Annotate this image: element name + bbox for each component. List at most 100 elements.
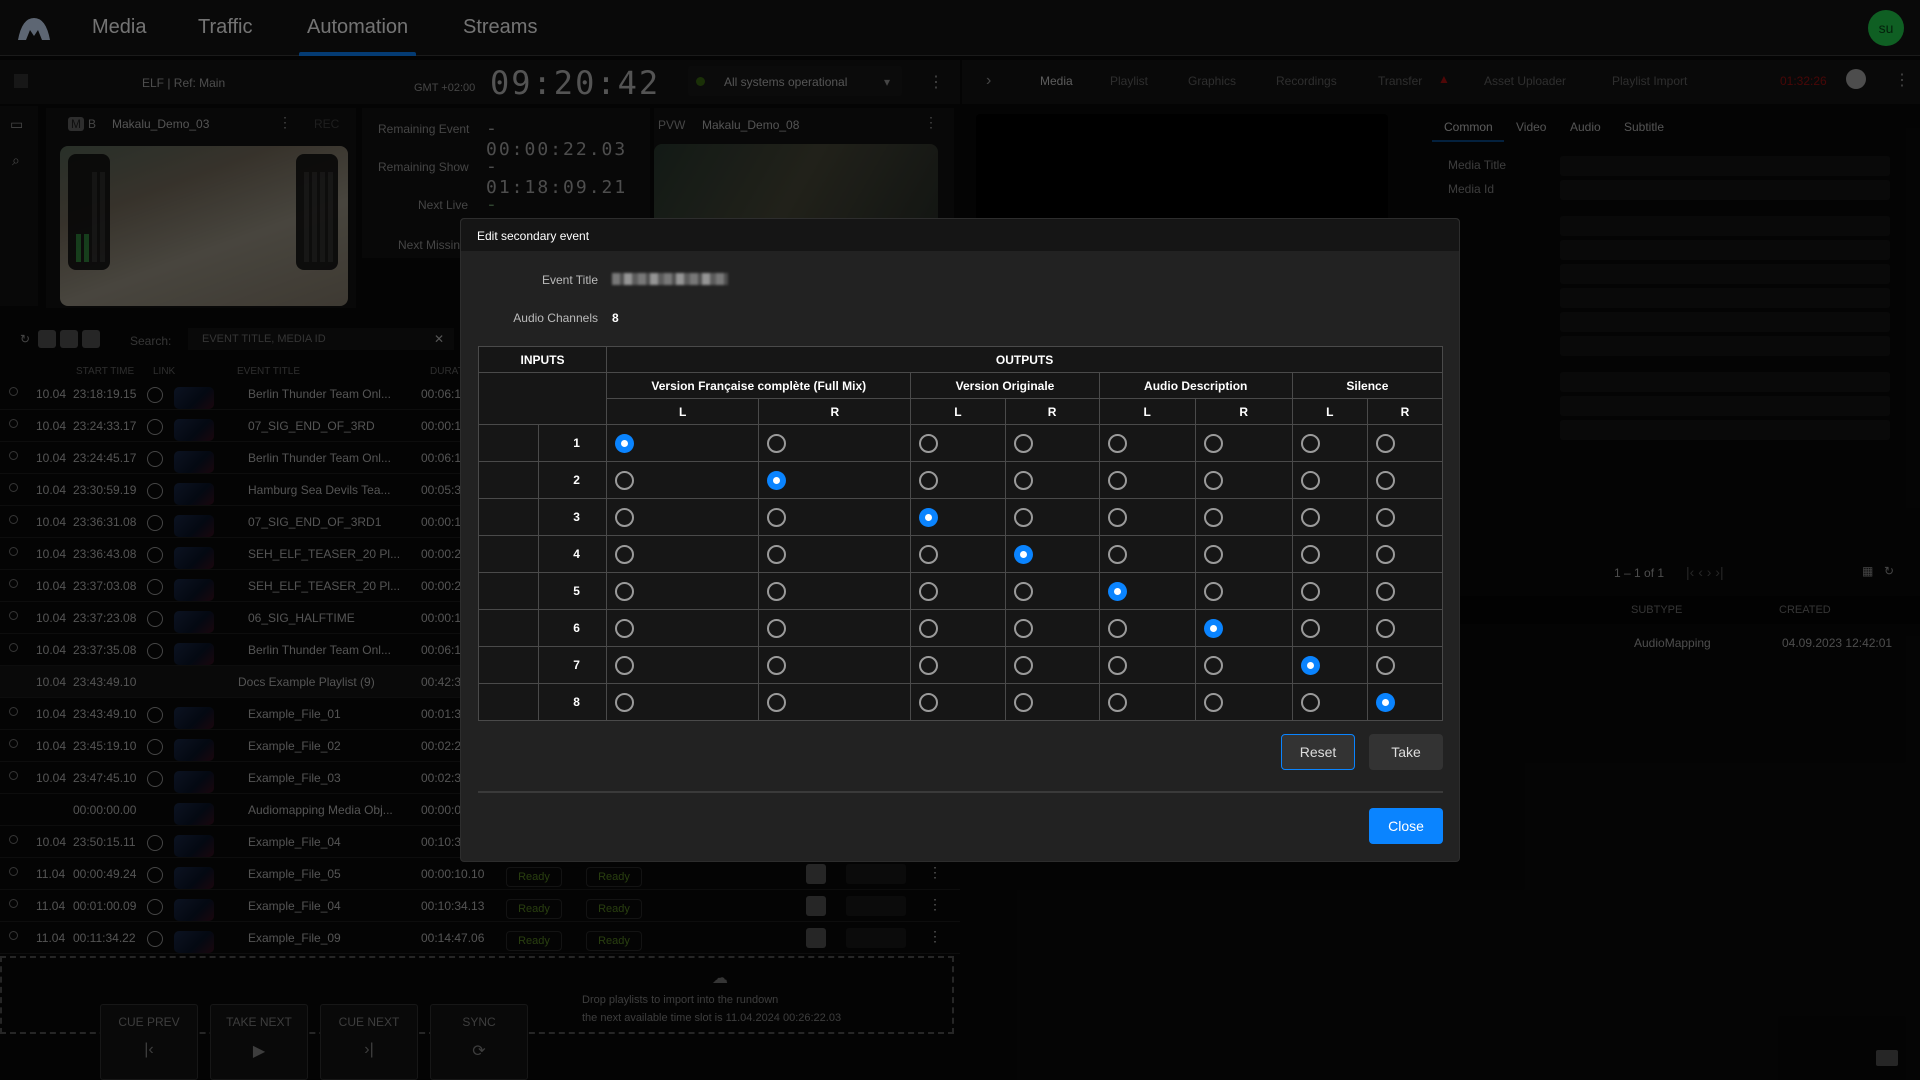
mapping-cell <box>606 535 760 573</box>
radio-selected[interactable] <box>767 470 787 490</box>
mapping-cell <box>1098 461 1196 499</box>
mapping-cell <box>1194 683 1293 721</box>
mapping-cell <box>1291 572 1368 610</box>
radio-unselected[interactable] <box>767 655 787 675</box>
radio-unselected[interactable] <box>1107 655 1127 675</box>
radio-unselected[interactable] <box>1013 581 1033 601</box>
channel-side-header: R <box>1004 398 1100 425</box>
radio-unselected[interactable] <box>1203 507 1223 527</box>
radio-selected[interactable] <box>1107 581 1127 601</box>
radio-unselected[interactable] <box>919 581 939 601</box>
radio-unselected[interactable] <box>1300 433 1320 453</box>
radio-unselected[interactable] <box>919 544 939 564</box>
radio-unselected[interactable] <box>1300 618 1320 638</box>
input-spacer <box>477 572 540 610</box>
radio-unselected[interactable] <box>919 470 939 490</box>
mapping-cell <box>606 424 760 462</box>
input-number: 3 <box>538 498 608 536</box>
close-button[interactable]: Close <box>1369 808 1443 844</box>
event-title-label: Event Title <box>541 273 598 287</box>
input-number: 4 <box>538 535 608 573</box>
radio-selected[interactable] <box>615 433 635 453</box>
radio-unselected[interactable] <box>1375 655 1395 675</box>
mapping-cell <box>1098 609 1196 647</box>
radio-unselected[interactable] <box>767 507 787 527</box>
input-spacer <box>477 683 540 721</box>
radio-unselected[interactable] <box>1107 507 1127 527</box>
radio-unselected[interactable] <box>1013 470 1033 490</box>
radio-unselected[interactable] <box>615 618 635 638</box>
radio-unselected[interactable] <box>1300 470 1320 490</box>
radio-selected[interactable] <box>919 507 939 527</box>
radio-unselected[interactable] <box>1013 507 1033 527</box>
audio-mapping-grid: INPUTS OUTPUTS Version Française complèt… <box>477 346 1444 721</box>
radio-unselected[interactable] <box>1300 507 1320 527</box>
radio-unselected[interactable] <box>1013 618 1033 638</box>
radio-unselected[interactable] <box>1375 581 1395 601</box>
input-row: 4 <box>477 535 1444 573</box>
mapping-cell <box>1291 498 1368 536</box>
take-button[interactable]: Take <box>1369 734 1443 770</box>
radio-selected[interactable] <box>1300 655 1320 675</box>
radio-unselected[interactable] <box>1375 507 1395 527</box>
radio-selected[interactable] <box>1013 544 1033 564</box>
radio-unselected[interactable] <box>767 581 787 601</box>
radio-unselected[interactable] <box>1013 692 1033 712</box>
radio-unselected[interactable] <box>1013 655 1033 675</box>
radio-unselected[interactable] <box>767 544 787 564</box>
mapping-cell <box>1291 646 1368 684</box>
event-title-value-redacted <box>612 273 728 285</box>
input-row: 1 <box>477 424 1444 462</box>
radio-unselected[interactable] <box>1203 470 1223 490</box>
radio-unselected[interactable] <box>1203 433 1223 453</box>
radio-unselected[interactable] <box>615 655 635 675</box>
radio-unselected[interactable] <box>919 433 939 453</box>
reset-button[interactable]: Reset <box>1281 734 1355 770</box>
radio-unselected[interactable] <box>767 618 787 638</box>
radio-unselected[interactable] <box>1203 655 1223 675</box>
radio-unselected[interactable] <box>1203 581 1223 601</box>
radio-unselected[interactable] <box>919 618 939 638</box>
channel-side-header: L <box>1291 398 1368 425</box>
radio-unselected[interactable] <box>1107 433 1127 453</box>
mapping-cell <box>1004 683 1100 721</box>
radio-unselected[interactable] <box>919 692 939 712</box>
radio-unselected[interactable] <box>1375 544 1395 564</box>
radio-unselected[interactable] <box>1203 692 1223 712</box>
channel-side-header: R <box>1366 398 1444 425</box>
input-number: 8 <box>538 683 608 721</box>
radio-unselected[interactable] <box>919 655 939 675</box>
radio-selected[interactable] <box>1375 692 1395 712</box>
radio-unselected[interactable] <box>1300 692 1320 712</box>
radio-unselected[interactable] <box>1375 618 1395 638</box>
radio-unselected[interactable] <box>1107 692 1127 712</box>
mapping-cell <box>910 572 1006 610</box>
radio-unselected[interactable] <box>615 470 635 490</box>
mapping-cell <box>910 461 1006 499</box>
output-group-header: Version Originale <box>910 372 1100 399</box>
channel-side-header: L <box>910 398 1006 425</box>
radio-unselected[interactable] <box>1375 470 1395 490</box>
mapping-cell <box>910 535 1006 573</box>
input-row: 5 <box>477 572 1444 610</box>
radio-unselected[interactable] <box>1013 433 1033 453</box>
radio-unselected[interactable] <box>767 692 787 712</box>
radio-unselected[interactable] <box>615 581 635 601</box>
radio-selected[interactable] <box>1203 618 1223 638</box>
input-number: 1 <box>538 424 608 462</box>
radio-unselected[interactable] <box>615 544 635 564</box>
radio-unselected[interactable] <box>767 433 787 453</box>
radio-unselected[interactable] <box>1107 544 1127 564</box>
radio-unselected[interactable] <box>1375 433 1395 453</box>
mapping-cell <box>1291 535 1368 573</box>
radio-unselected[interactable] <box>615 692 635 712</box>
radio-unselected[interactable] <box>1300 544 1320 564</box>
radio-unselected[interactable] <box>1107 618 1127 638</box>
mapping-cell <box>1004 609 1100 647</box>
radio-unselected[interactable] <box>1300 581 1320 601</box>
radio-unselected[interactable] <box>615 507 635 527</box>
radio-unselected[interactable] <box>1203 544 1223 564</box>
radio-unselected[interactable] <box>1107 470 1127 490</box>
input-number: 5 <box>538 572 608 610</box>
mapping-cell <box>758 535 912 573</box>
